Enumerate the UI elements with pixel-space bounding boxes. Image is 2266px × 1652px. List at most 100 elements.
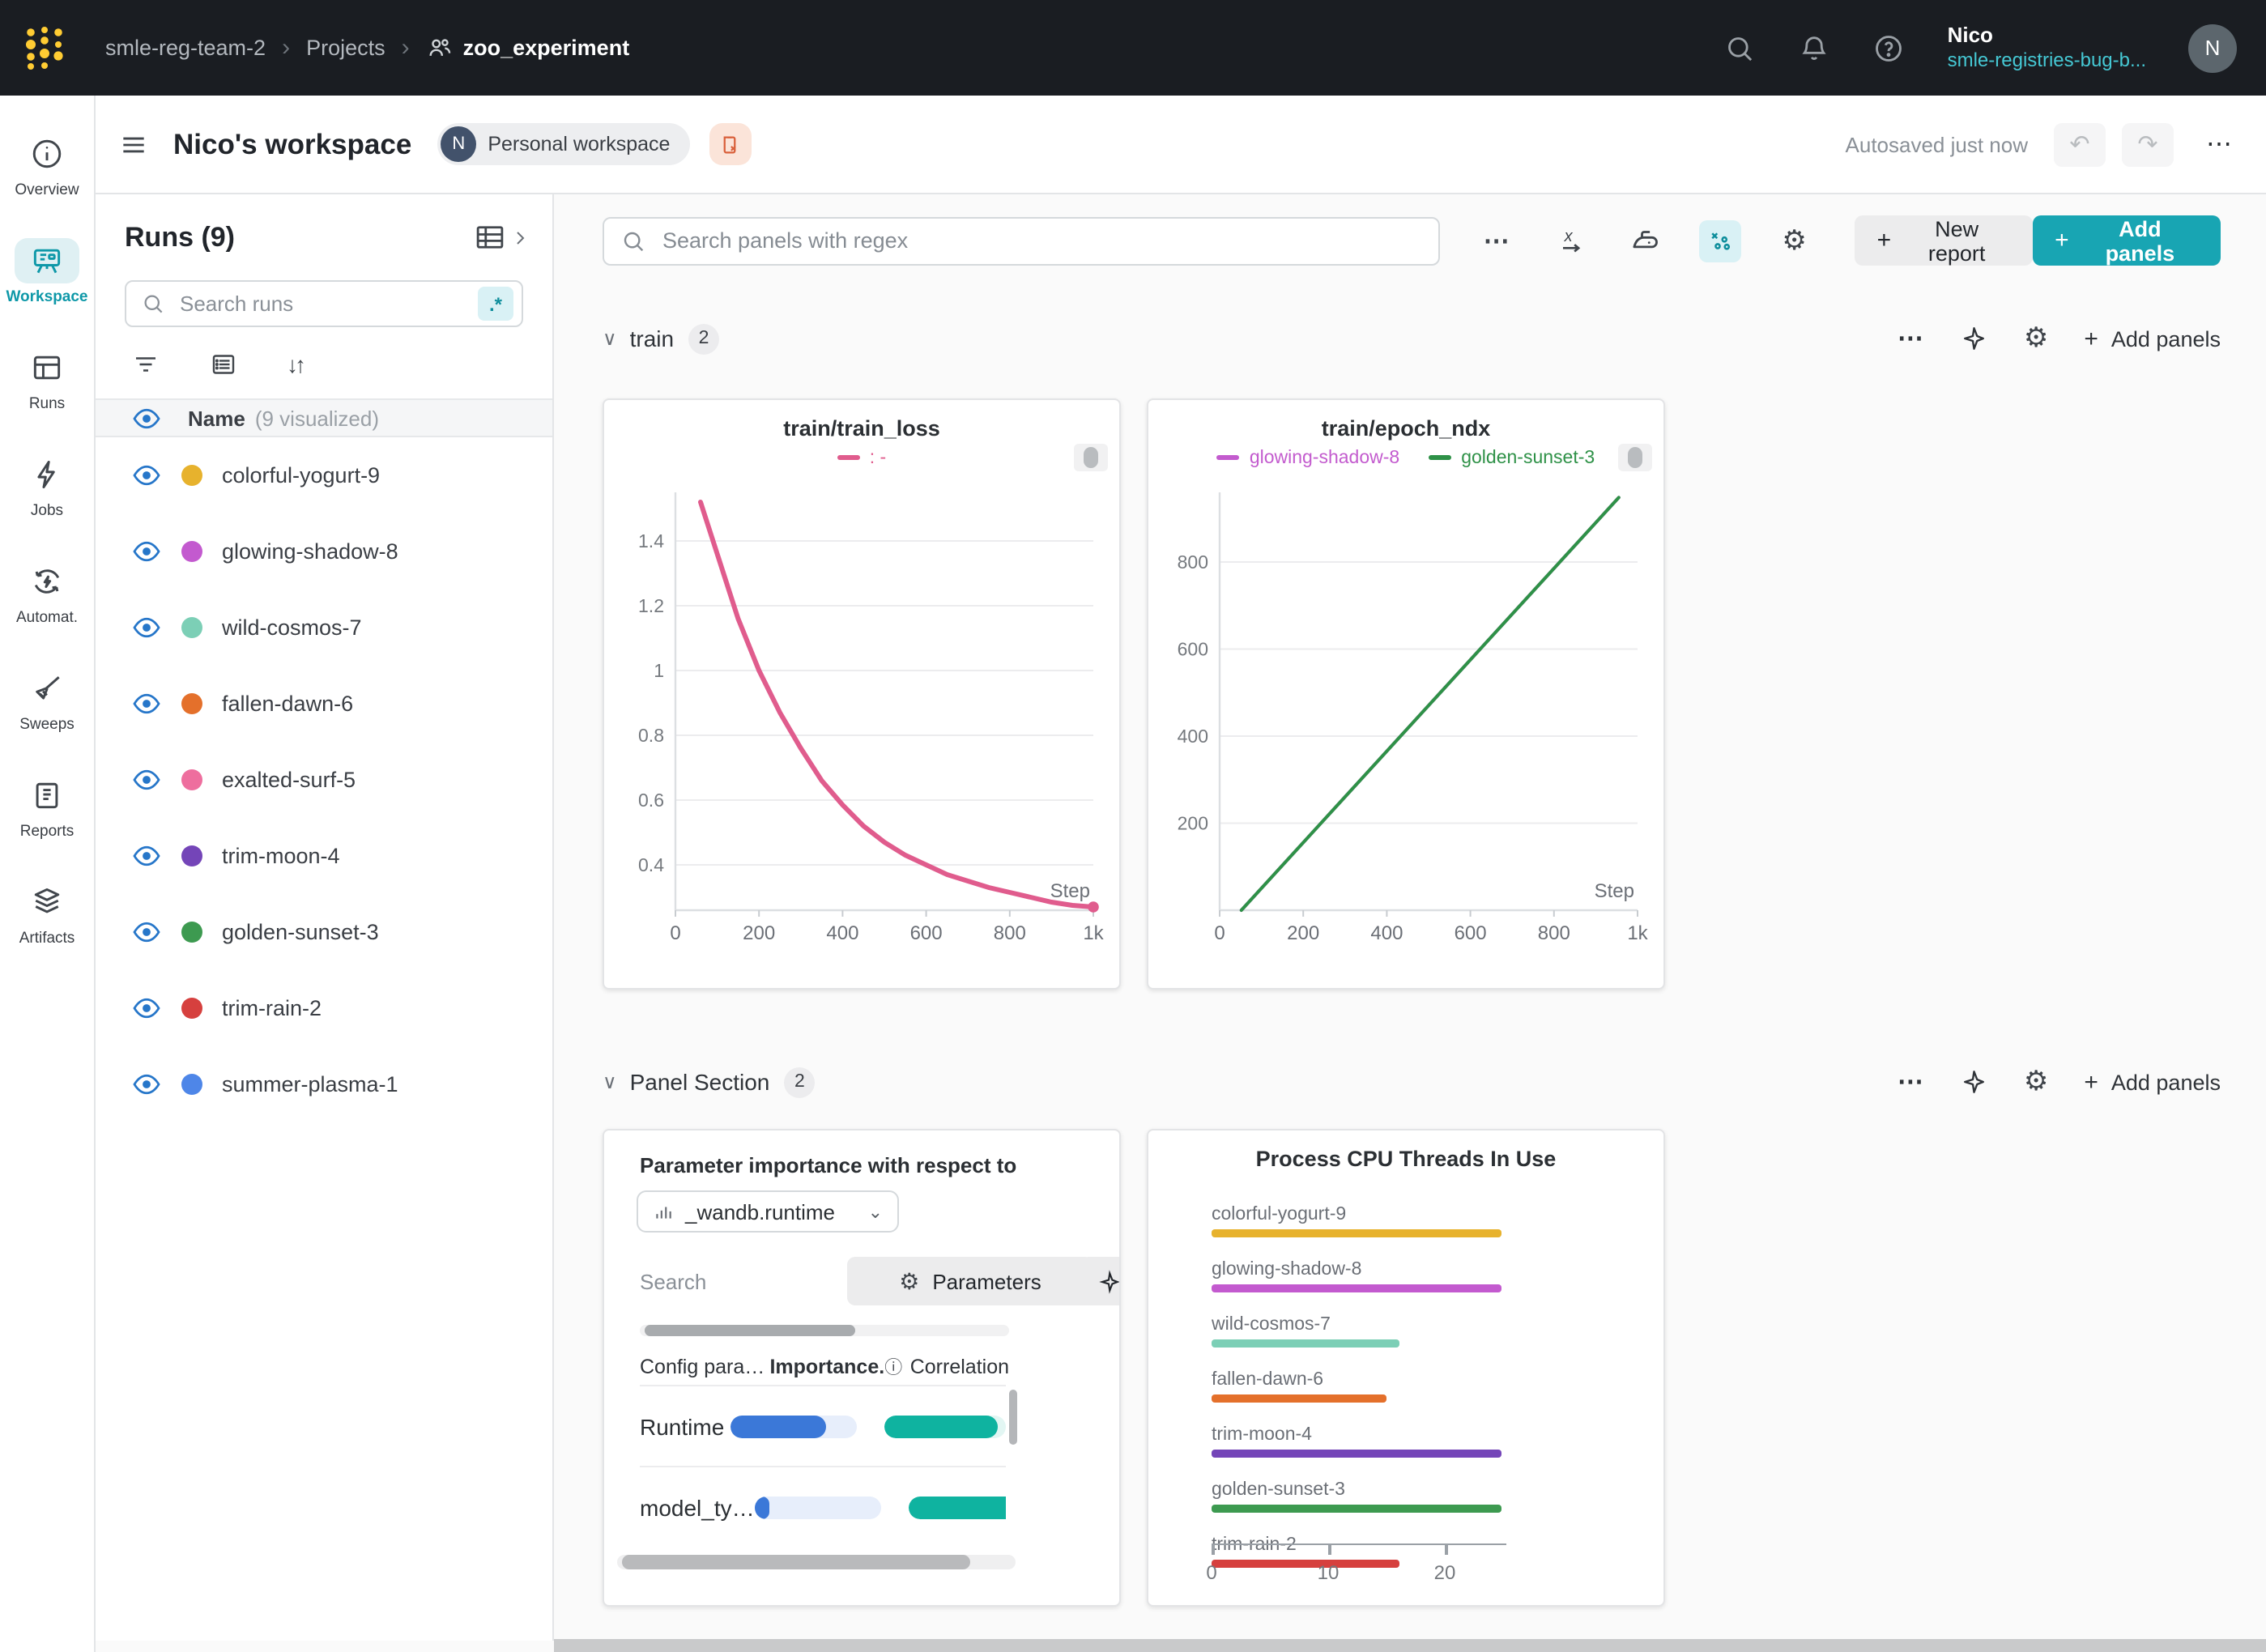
visibility-eye-icon[interactable] xyxy=(131,612,162,643)
sort-icon[interactable]: ↓↑ xyxy=(287,351,303,377)
collapse-chevron-icon[interactable]: ∨ xyxy=(603,1071,617,1093)
workspace-title[interactable]: Nico's workspace xyxy=(173,127,411,161)
personal-workspace-badge[interactable]: N Personal workspace xyxy=(437,123,689,165)
parameter-importance-panel[interactable]: Parameter importance with respect to _wa… xyxy=(603,1129,1121,1607)
section-name[interactable]: train xyxy=(630,326,674,351)
workspace-more-options-icon[interactable]: ⋯ xyxy=(2206,128,2234,160)
run-row[interactable]: golden-sunset-3 xyxy=(96,894,552,970)
run-name[interactable]: exalted-surf-5 xyxy=(222,768,356,792)
param-table-row[interactable]: model_ty… xyxy=(640,1467,1006,1547)
run-name[interactable]: colorful-yogurt-9 xyxy=(222,463,380,488)
search-icon[interactable] xyxy=(1724,32,1757,64)
run-row[interactable]: glowing-shadow-8 xyxy=(96,513,552,590)
main-horizontal-scrollbar[interactable] xyxy=(554,1639,2266,1652)
horizontal-scrollbar[interactable] xyxy=(640,1325,1009,1336)
section-more-options-icon[interactable]: ⋯ xyxy=(1898,322,1923,355)
parameters-button[interactable]: ⚙ Parameters xyxy=(847,1257,1093,1305)
add-panels-button[interactable]: + Add panels xyxy=(2032,215,2221,266)
breadcrumb-projects[interactable]: Projects xyxy=(306,36,385,60)
run-row[interactable]: wild-cosmos-7 xyxy=(96,590,552,666)
bar xyxy=(1212,1450,1502,1458)
metric-select-dropdown[interactable]: _wandb.runtime ⌄ xyxy=(637,1190,899,1233)
section-settings-gear-icon[interactable]: ⚙ xyxy=(2024,322,2049,355)
x-axis-settings-icon[interactable]: x xyxy=(1550,219,1592,262)
visibility-eye-icon[interactable] xyxy=(131,917,162,947)
param-search-placeholder[interactable]: Search xyxy=(640,1269,706,1293)
sidebar-item-automations[interactable]: Automat. xyxy=(0,539,94,646)
visibility-eye-icon[interactable] xyxy=(131,993,162,1024)
sparkle-icon[interactable] xyxy=(1959,324,1988,353)
breadcrumb-project-current[interactable]: zoo_experiment xyxy=(426,34,630,62)
notifications-bell-icon[interactable] xyxy=(1799,32,1831,64)
visibility-eye-icon[interactable] xyxy=(131,1069,162,1100)
sidebar-item-artifacts[interactable]: Artifacts xyxy=(0,860,94,967)
panel-drag-handle-icon[interactable] xyxy=(1618,444,1652,471)
run-row[interactable]: exalted-surf-5 xyxy=(96,742,552,818)
run-name[interactable]: summer-plasma-1 xyxy=(222,1072,398,1096)
runs-search-input[interactable] xyxy=(177,290,478,317)
visibility-eye-icon[interactable] xyxy=(131,688,162,719)
group-list-icon[interactable] xyxy=(209,350,238,379)
cpu-threads-panel[interactable]: Process CPU Threads In Use colorful-yogu… xyxy=(1147,1129,1665,1607)
run-name[interactable]: trim-moon-4 xyxy=(222,844,340,868)
regex-toggle-button[interactable]: .* xyxy=(478,287,513,321)
run-name[interactable]: glowing-shadow-8 xyxy=(222,539,398,564)
run-name[interactable]: fallen-dawn-6 xyxy=(222,692,353,716)
redo-button[interactable]: ↷ xyxy=(2122,122,2174,166)
visibility-eye-icon[interactable] xyxy=(131,841,162,871)
line-chart-epoch-ndx[interactable]: 20040060080002004006008001kStep xyxy=(1158,476,1654,959)
run-row[interactable]: colorful-yogurt-9 xyxy=(96,437,552,513)
sidebar-item-jobs[interactable]: Jobs xyxy=(0,432,94,539)
section-name[interactable]: Panel Section xyxy=(630,1069,770,1095)
section-settings-gear-icon[interactable]: ⚙ xyxy=(2024,1066,2049,1098)
run-row[interactable]: summer-plasma-1 xyxy=(96,1046,552,1122)
chart-panel-epoch-ndx[interactable]: train/epoch_ndx glowing-shadow-8golden-s… xyxy=(1147,398,1665,990)
vertical-scrollbar[interactable] xyxy=(1009,1390,1017,1445)
panel-drag-handle-icon[interactable] xyxy=(1074,444,1108,471)
clear-workspace-icon[interactable] xyxy=(709,123,751,165)
new-report-button[interactable]: + New report xyxy=(1855,215,2033,266)
user-team-link[interactable]: smle-registries-bug-b... xyxy=(1948,49,2146,73)
filter-icon[interactable] xyxy=(131,350,160,379)
sidebar-item-overview[interactable]: Overview xyxy=(0,112,94,219)
horizontal-scrollbar[interactable] xyxy=(617,1555,1016,1569)
run-name[interactable]: wild-cosmos-7 xyxy=(222,615,362,640)
visibility-eye-icon[interactable] xyxy=(131,536,162,567)
panel-search-input[interactable] xyxy=(659,227,1422,254)
chart-panel-train-loss[interactable]: train/train_loss : - 0.40.60.811.21.4020… xyxy=(603,398,1121,990)
section-more-options-icon[interactable]: ⋯ xyxy=(1898,1066,1923,1098)
run-row[interactable]: trim-moon-4 xyxy=(96,818,552,894)
iron-smooth-icon[interactable] xyxy=(1625,219,1667,262)
sidebar-item-workspace[interactable]: Workspace xyxy=(0,219,94,326)
breadcrumb-team[interactable]: smle-reg-team-2 xyxy=(105,36,266,60)
runs-panel-title: Runs (9) xyxy=(125,221,235,253)
scatter-plot-icon[interactable] xyxy=(1699,219,1741,262)
collapse-chevron-icon[interactable]: ∨ xyxy=(603,327,617,350)
section-add-panels-button[interactable]: + Add panels xyxy=(2084,325,2221,352)
run-name[interactable]: trim-rain-2 xyxy=(222,996,322,1020)
visibility-eye-icon[interactable] xyxy=(131,402,162,433)
visibility-eye-icon[interactable] xyxy=(131,460,162,491)
hamburger-menu-icon[interactable] xyxy=(118,129,149,160)
settings-gear-icon[interactable]: ⚙ xyxy=(1774,219,1816,262)
visibility-eye-icon xyxy=(131,688,162,719)
sidebar-item-sweeps[interactable]: Sweeps xyxy=(0,646,94,753)
help-icon[interactable] xyxy=(1873,32,1906,64)
undo-button[interactable]: ↶ xyxy=(2054,122,2106,166)
wandb-logo-icon[interactable] xyxy=(23,23,66,73)
run-name[interactable]: golden-sunset-3 xyxy=(222,920,379,944)
run-row[interactable]: trim-rain-2 xyxy=(96,970,552,1046)
param-table-row[interactable]: Runtime xyxy=(640,1386,1006,1467)
more-options-icon[interactable]: ⋯ xyxy=(1476,219,1518,262)
line-chart-train-loss[interactable]: 0.40.60.811.21.402004006008001kStep xyxy=(614,476,1110,959)
user-avatar[interactable]: N xyxy=(2188,23,2237,72)
expand-runs-table-button[interactable] xyxy=(473,220,530,254)
sidebar-item-reports[interactable]: Reports xyxy=(0,753,94,860)
sparkle-icon[interactable] xyxy=(1959,1067,1988,1096)
bar-label: colorful-yogurt-9 xyxy=(1212,1205,1641,1224)
sidebar-item-runs[interactable]: Runs xyxy=(0,326,94,432)
run-row[interactable]: fallen-dawn-6 xyxy=(96,666,552,742)
magic-sparkle-button[interactable] xyxy=(1080,1257,1121,1305)
visibility-eye-icon[interactable] xyxy=(131,764,162,795)
section-add-panels-button[interactable]: + Add panels xyxy=(2084,1068,2221,1096)
